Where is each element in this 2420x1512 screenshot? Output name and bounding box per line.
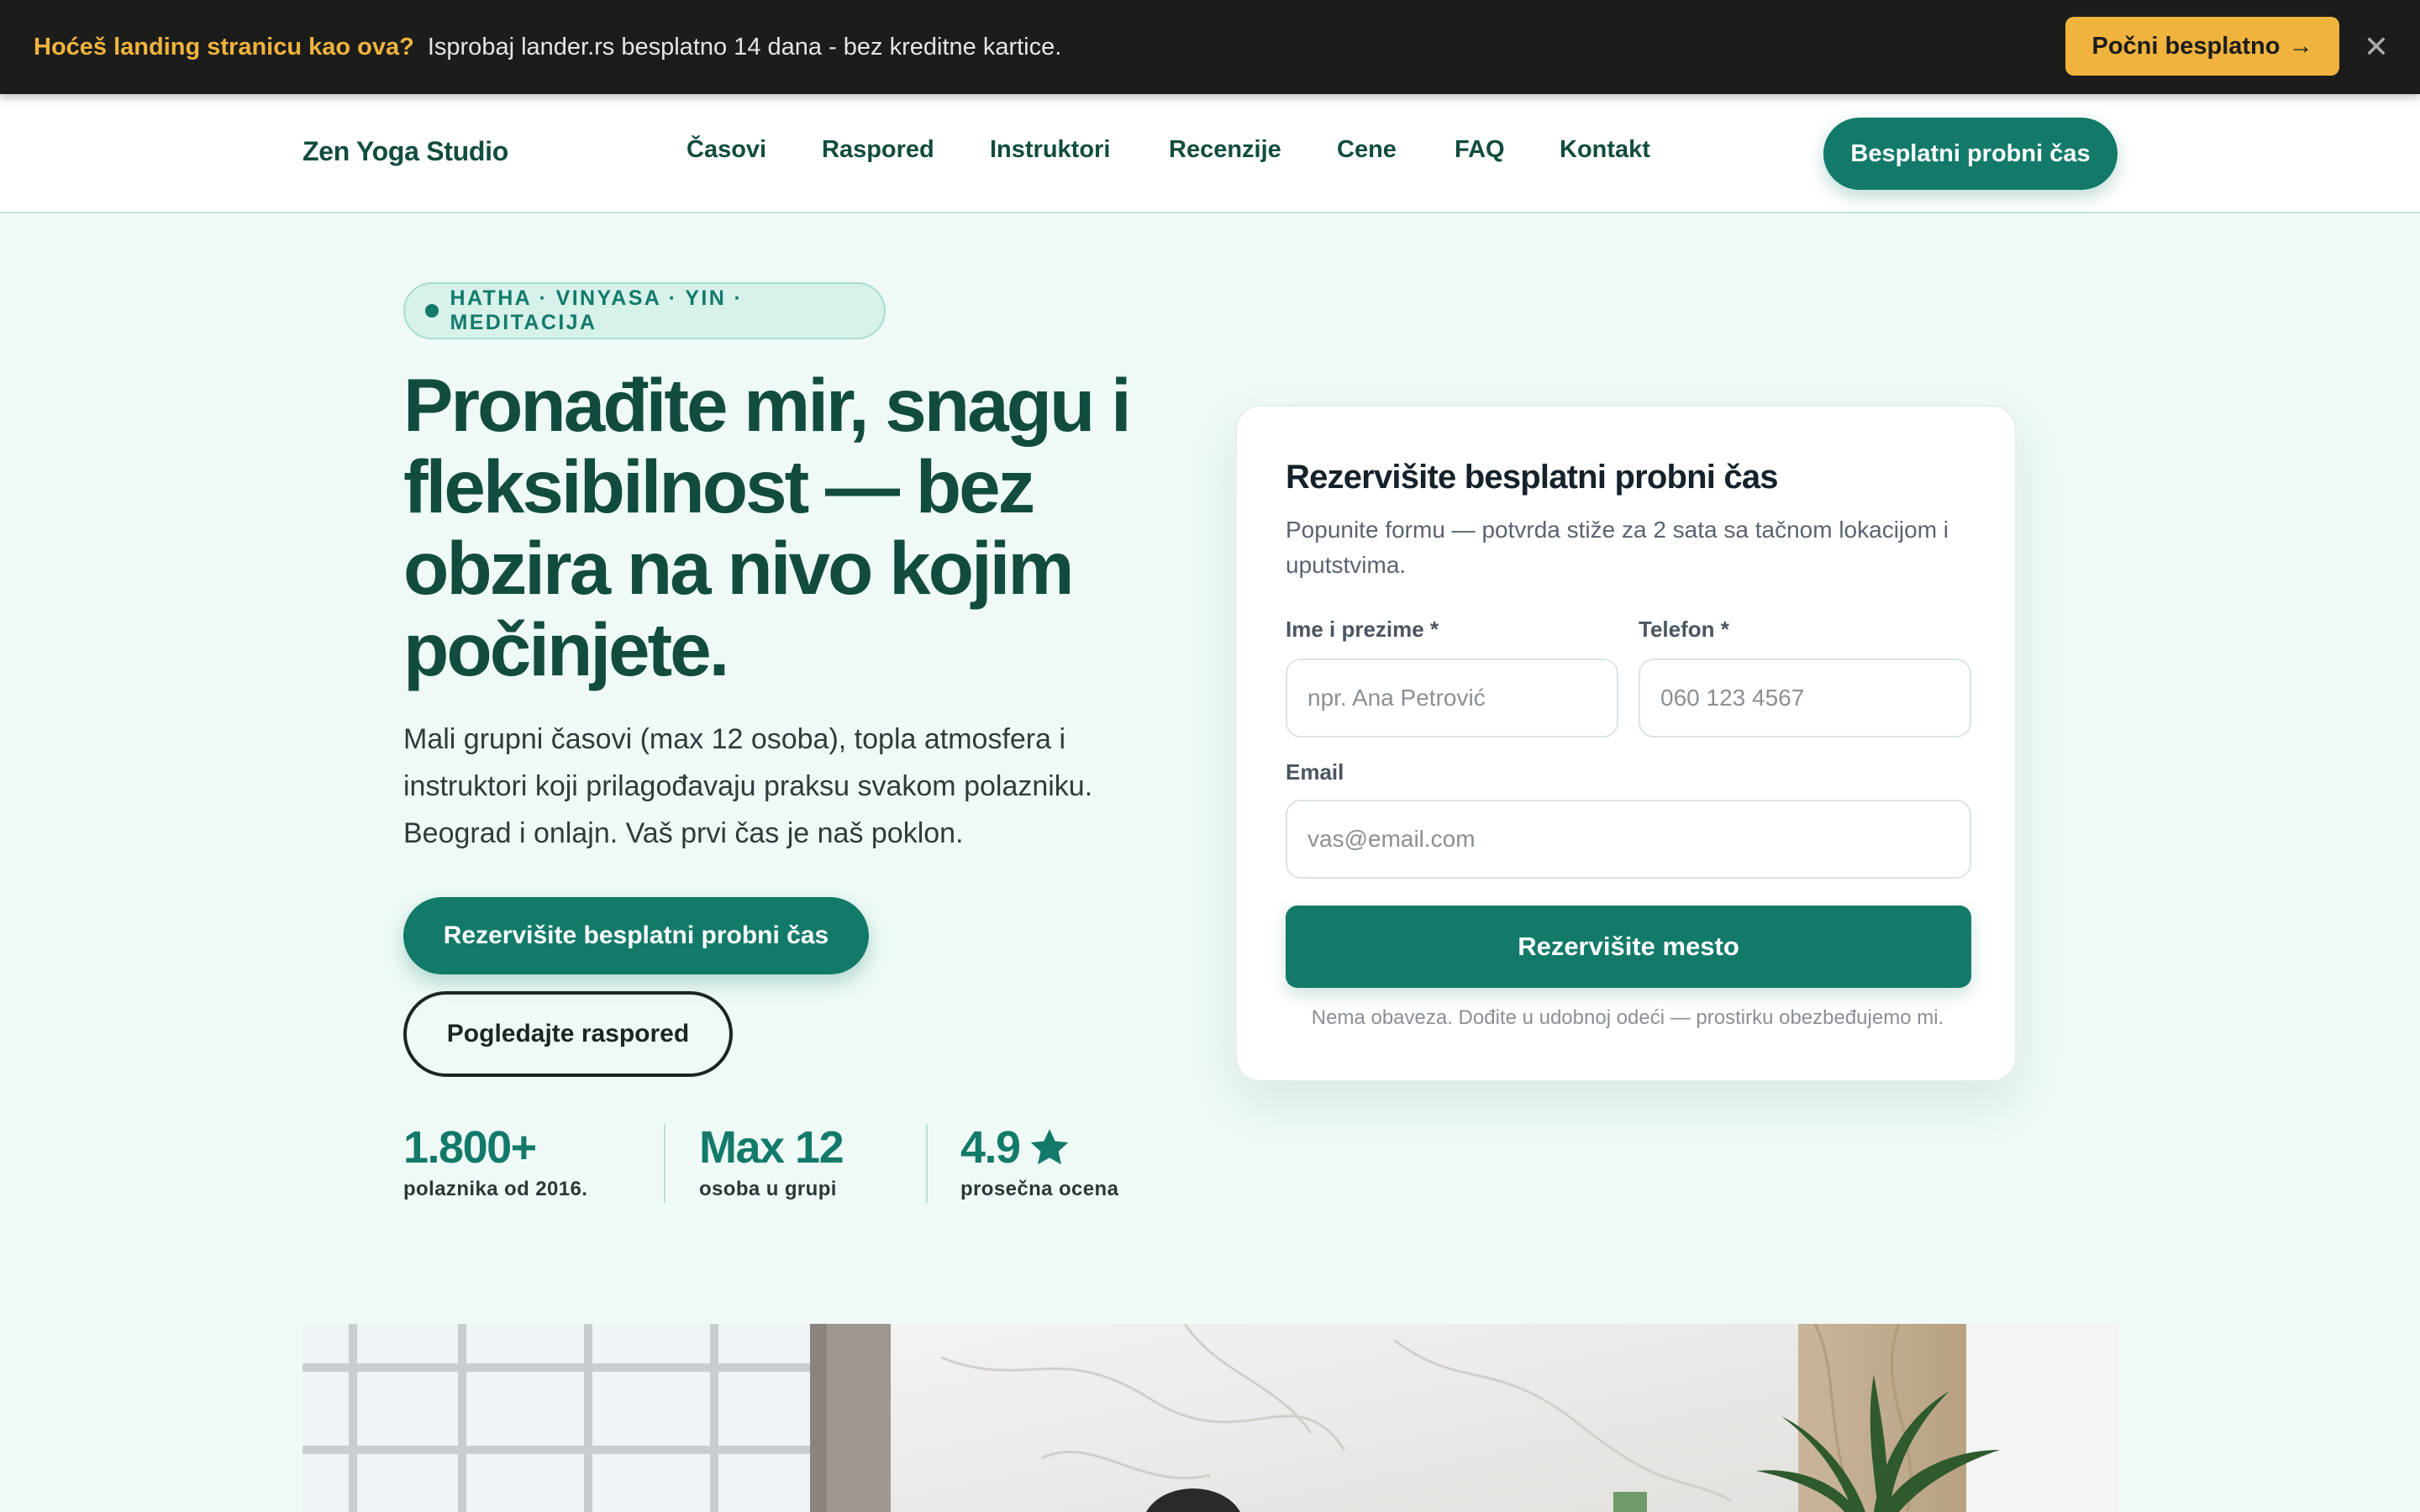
stat-divider: [926, 1124, 928, 1203]
stat-value: 1.800+: [403, 1122, 537, 1173]
hero-subtitle: Mali grupni časovi (max 12 osoba), topla…: [403, 723, 1093, 849]
booking-form-card: Rezervišite besplatni probni čas Popunit…: [1235, 405, 2017, 1082]
nav-item-instruktori[interactable]: Instruktori: [990, 136, 1110, 164]
stat-group-size: Max 12 osoba u grupi: [699, 1122, 844, 1201]
stat-rating: 4.9 prosečna ocena: [960, 1122, 1118, 1201]
view-schedule-button[interactable]: Pogledajte raspored: [403, 991, 733, 1077]
email-label: Email: [1286, 759, 1344, 785]
form-note: Nema obaveza. Dođite u udobnoj odeći — p…: [1311, 1006, 1944, 1029]
stat-value: Max 12: [699, 1122, 844, 1173]
stat-divider: [664, 1124, 666, 1203]
nav-item-casovi[interactable]: Časovi: [687, 136, 766, 164]
nav-item-cene[interactable]: Cene: [1337, 136, 1397, 164]
form-subtitle: Popunite formu — potvrda stiže za 2 sata…: [1286, 517, 1949, 578]
studio-photo: [302, 1324, 2118, 1512]
site-header: Zen Yoga Studio Časovi Raspored Instrukt…: [0, 94, 2420, 213]
nav-item-kontakt[interactable]: Kontakt: [1560, 136, 1650, 164]
hero-title: Pronađite mir, snagu i fleksibilnost — b…: [403, 363, 1132, 691]
dot-icon: [425, 304, 439, 318]
promo-bar: Hoćeš landing stranicu kao ova? Isprobaj…: [0, 0, 2420, 94]
studio-photo-illustration: [302, 1324, 2118, 1512]
name-input[interactable]: [1286, 659, 1618, 738]
stat-value-row: 4.9: [960, 1122, 1118, 1173]
stat-label: prosečna ocena: [960, 1178, 1119, 1200]
book-trial-button[interactable]: Rezervišite besplatni probni čas: [403, 897, 869, 974]
stat-label: polaznika od 2016.: [403, 1178, 588, 1200]
nav-item-raspored[interactable]: Raspored: [822, 136, 934, 164]
stat-value: 4.9: [960, 1122, 1021, 1173]
badge-text: HATHA · VINYASA · YIN · MEDITACIJA: [450, 286, 744, 334]
nav-item-faq[interactable]: FAQ: [1455, 136, 1505, 164]
arrow-right-icon: →: [2288, 32, 2313, 60]
stat-label: osoba u grupi: [699, 1178, 837, 1200]
promo-cta-button[interactable]: Počni besplatno →: [2065, 17, 2339, 76]
promo-title: Hoćeš landing stranicu kao ova?: [34, 33, 414, 60]
reserve-spot-button[interactable]: Rezervišite mesto: [1286, 906, 1971, 988]
form-title: Rezervišite besplatni probni čas: [1286, 459, 1779, 496]
email-input[interactable]: [1286, 800, 1971, 879]
name-label: Ime i prezime *: [1286, 617, 1439, 642]
nav-item-recenzije[interactable]: Recenzije: [1169, 136, 1281, 164]
close-icon[interactable]: ✕: [2360, 30, 2393, 64]
promo-cta-label: Počni besplatno: [2091, 32, 2281, 60]
header-trial-button[interactable]: Besplatni probni čas: [1823, 118, 2118, 190]
star-icon: [1030, 1129, 1068, 1165]
phone-label: Telefon *: [1639, 617, 1729, 642]
stat-students: 1.800+ polaznika od 2016.: [403, 1122, 587, 1201]
class-types-badge: HATHA · VINYASA · YIN · MEDITACIJA: [403, 282, 886, 339]
promo-text: Isprobaj lander.rs besplatno 14 dana - b…: [427, 33, 1062, 60]
logo[interactable]: Zen Yoga Studio: [302, 136, 508, 167]
phone-input[interactable]: [1639, 659, 1971, 738]
